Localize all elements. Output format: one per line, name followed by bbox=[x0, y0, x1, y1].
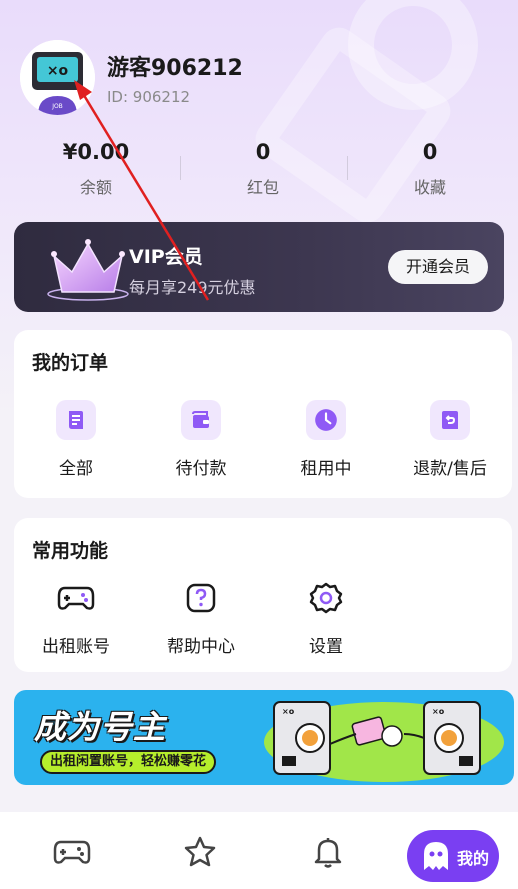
order-label: 待付款 bbox=[175, 459, 227, 479]
stat-divider bbox=[180, 156, 181, 180]
order-label: 全部 bbox=[59, 459, 93, 479]
clock-icon bbox=[306, 400, 346, 440]
order-label: 租用中 bbox=[300, 459, 352, 479]
document-icon bbox=[56, 400, 96, 440]
function-help-center[interactable]: 帮助中心 bbox=[146, 578, 256, 657]
orders-title: 我的订单 bbox=[32, 352, 109, 374]
stat-balance[interactable]: ¥0.00 余额 bbox=[26, 138, 166, 198]
function-label: 出租账号 bbox=[42, 637, 110, 657]
stat-value: 0 bbox=[255, 140, 271, 164]
order-renting[interactable]: 租用中 bbox=[271, 400, 381, 479]
bottom-nav: 我的 bbox=[0, 812, 518, 889]
order-refund[interactable]: 退款/售后 bbox=[395, 400, 505, 479]
functions-title: 常用功能 bbox=[32, 540, 109, 562]
stat-divider bbox=[347, 156, 348, 180]
order-pending-payment[interactable]: 待付款 bbox=[146, 400, 256, 479]
function-label: 设置 bbox=[309, 637, 343, 657]
order-label: 退款/售后 bbox=[413, 459, 487, 479]
username: 游客906212 bbox=[107, 56, 243, 81]
stat-favorites[interactable]: 0 收藏 bbox=[360, 138, 500, 198]
gamepad-icon bbox=[56, 578, 96, 618]
nav-mine[interactable]: 我的 bbox=[407, 830, 499, 882]
banner-title: 成为号主 bbox=[34, 708, 167, 746]
svg-text:×o: ×o bbox=[432, 707, 445, 716]
svg-text:×o: ×o bbox=[282, 707, 295, 716]
star-icon bbox=[184, 836, 216, 867]
gamepad-icon bbox=[53, 840, 91, 864]
svg-text:JOB: JOB bbox=[51, 103, 63, 110]
ghost-icon bbox=[424, 842, 448, 870]
nav-games[interactable] bbox=[50, 830, 94, 874]
bell-icon bbox=[314, 838, 342, 868]
robot-avatar-icon: ×o JOB bbox=[20, 40, 95, 115]
nav-mine-label: 我的 bbox=[457, 849, 490, 868]
banner-illustration: ×o ×o bbox=[264, 701, 504, 782]
function-settings[interactable]: 设置 bbox=[271, 578, 381, 657]
vip-title: VIP会员 bbox=[129, 246, 203, 268]
nav-favorites[interactable] bbox=[178, 830, 222, 874]
vip-subtitle: 每月享249元优惠 bbox=[129, 278, 256, 297]
functions-card: 常用功能 出租账号 帮助中心 设置 bbox=[14, 518, 512, 672]
order-all[interactable]: 全部 bbox=[21, 400, 131, 479]
stat-value: ¥0.00 bbox=[62, 140, 130, 164]
profile-header: ×o JOB 游客906212 ID: 906212 bbox=[20, 40, 500, 120]
banner-subtitle: 出租闲置账号，轻松赚零花 bbox=[40, 750, 217, 774]
function-label: 帮助中心 bbox=[167, 637, 235, 657]
wallet-icon bbox=[181, 400, 221, 440]
crown-icon bbox=[47, 239, 129, 301]
stat-value: 0 bbox=[422, 140, 438, 164]
gear-icon bbox=[306, 578, 346, 618]
open-vip-button[interactable]: 开通会员 bbox=[388, 250, 488, 284]
become-owner-banner[interactable]: 成为号主 出租闲置账号，轻松赚零花 ×o ×o bbox=[14, 690, 514, 785]
avatar[interactable]: ×o JOB bbox=[20, 40, 95, 115]
stat-label: 红包 bbox=[246, 178, 279, 197]
account-stats: ¥0.00 余额 0 红包 0 收藏 bbox=[0, 138, 518, 198]
help-icon bbox=[181, 578, 221, 618]
return-icon bbox=[430, 400, 470, 440]
stat-redpacket[interactable]: 0 红包 bbox=[193, 138, 333, 198]
orders-card: 我的订单 全部 待付款 租用中 退款/售后 bbox=[14, 330, 512, 498]
nav-notifications[interactable] bbox=[306, 830, 350, 874]
vip-card[interactable]: VIP会员 每月享249元优惠 开通会员 bbox=[14, 222, 504, 312]
stat-label: 收藏 bbox=[413, 178, 446, 197]
stat-label: 余额 bbox=[79, 178, 112, 197]
function-rent-account[interactable]: 出租账号 bbox=[21, 578, 131, 657]
user-id: ID: 906212 bbox=[107, 88, 191, 106]
svg-text:×o: ×o bbox=[47, 63, 69, 79]
